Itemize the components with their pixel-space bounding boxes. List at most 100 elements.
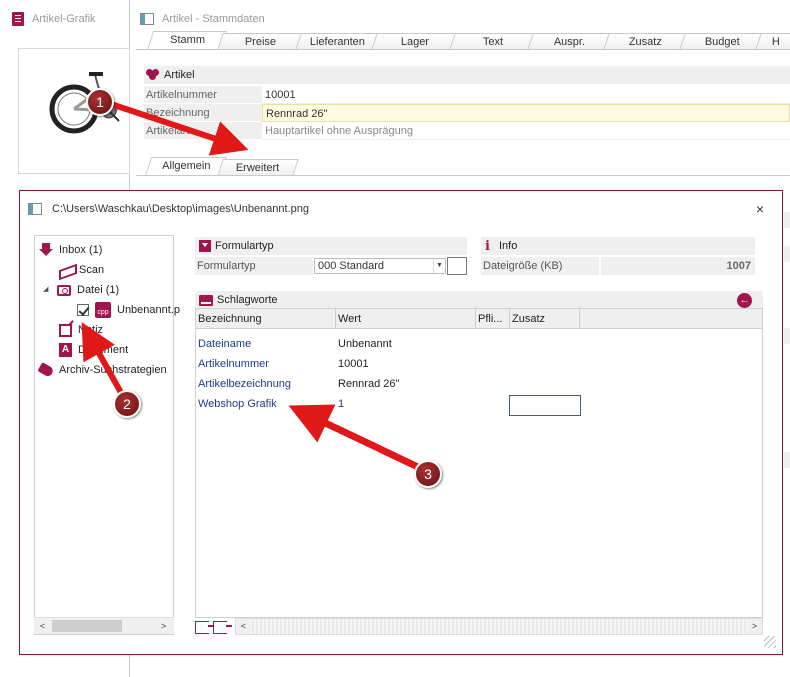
row-wert[interactable]: Rennrad 26" — [336, 374, 476, 394]
tree-horizontal-scrollbar[interactable]: < > — [34, 617, 174, 634]
tree-item-dokument[interactable]: A Dokument — [59, 341, 128, 359]
back-arrow-icon[interactable]: ← — [737, 293, 752, 308]
chevron-down-icon[interactable]: ▼ — [433, 259, 445, 273]
field-label: Bezeichnung — [144, 104, 262, 122]
tab-text[interactable]: Text — [449, 33, 537, 50]
background-fragment — [784, 246, 790, 262]
tab-more[interactable]: H — [755, 33, 790, 50]
artikel-grafik-title: Artikel-Grafik — [32, 13, 96, 25]
resize-grip-icon[interactable] — [764, 636, 776, 648]
scroll-right-icon[interactable]: > — [747, 619, 762, 634]
tab-zusatz[interactable]: Zusatz — [603, 33, 689, 50]
info-section-header: i Info — [481, 237, 755, 255]
bike-image[interactable] — [18, 48, 130, 174]
row-bezeichnung: Dateiname — [198, 338, 252, 350]
tree-item-notiz[interactable]: Notiz — [59, 321, 103, 339]
background-fragment — [784, 452, 790, 468]
column-header-wert[interactable]: Wert — [336, 309, 476, 329]
table-row[interactable]: Artikelbezeichnung Rennrad 26" — [196, 374, 762, 394]
tab-lager[interactable]: Lager — [371, 33, 459, 50]
scroll-left-icon[interactable]: < — [236, 619, 251, 634]
stammdaten-tabs: Stamm Preise Lieferanten Lager Text Ausp… — [146, 31, 790, 50]
artikel-icon — [146, 69, 160, 81]
field-label: Artikelart — [144, 122, 262, 140]
subtab-erweitert[interactable]: Erweitert — [217, 159, 299, 176]
image-import-dialog: C:\Users\Waschkau\Desktop\images\Unbenan… — [19, 190, 783, 655]
artikelnummer-field[interactable]: 10001 — [262, 86, 790, 104]
scroll-thumb[interactable] — [52, 620, 122, 632]
artikelart-field[interactable]: Hauptartikel ohne Ausprägung — [262, 122, 790, 140]
tab-auspraegung[interactable]: Auspr. — [527, 33, 613, 50]
window-icon — [140, 13, 154, 25]
inbox-icon — [39, 243, 53, 257]
tab-preise[interactable]: Preise — [217, 33, 305, 50]
tree-item-label: Unbenannt.p — [117, 304, 180, 316]
table-row[interactable]: Webshop Grafik 1 — [196, 394, 762, 416]
keywords-icon — [199, 294, 213, 306]
tree-item-label: Archiv-Suchstrategien — [59, 364, 167, 376]
annotation-badge-3: 3 — [414, 460, 442, 488]
tab-lieferanten[interactable]: Lieferanten — [295, 33, 381, 50]
row-bezeichnung: Artikelnummer — [198, 358, 269, 370]
color-picker-box[interactable] — [447, 257, 467, 275]
column-header-pflicht[interactable]: Pfli... — [476, 309, 510, 329]
bezeichnung-field[interactable]: Rennrad 26" — [262, 104, 790, 122]
add-row-icon[interactable] — [195, 620, 214, 634]
tag-icon — [37, 362, 55, 378]
artikel-subtabs: Allgemein Erweitert — [144, 156, 299, 176]
form-icon — [199, 240, 211, 252]
grid-header: Bezeichnung Wert Pfli... Zusatz — [196, 309, 762, 329]
dialog-title: C:\Users\Waschkau\Desktop\images\Unbenan… — [52, 203, 309, 215]
schlagworte-grid: Bezeichnung Wert Pfli... Zusatz Dateinam… — [195, 308, 763, 618]
dialog-titlebar: C:\Users\Waschkau\Desktop\images\Unbenan… — [28, 201, 309, 217]
subtabs-baseline — [136, 175, 790, 176]
tree-item-datei[interactable]: ◢ Datei (1) — [43, 281, 119, 299]
checkbox-icon[interactable] — [77, 304, 89, 316]
tree-item-label: Notiz — [78, 324, 104, 336]
tree-item-unbenannt[interactable]: cpp Unbenannt.p — [77, 301, 180, 319]
tree-item-archiv[interactable]: Archiv-Suchstrategien — [37, 361, 167, 379]
tree-item-inbox[interactable]: Inbox (1) — [39, 241, 102, 259]
tree-item-label: Inbox (1) — [59, 244, 103, 256]
scroll-right-icon[interactable]: > — [156, 619, 171, 634]
grid-footer: < > — [195, 618, 763, 636]
row-wert[interactable]: 1 — [336, 394, 476, 414]
remove-row-icon[interactable] — [213, 620, 232, 634]
grid-horizontal-scrollbar[interactable]: < > — [235, 618, 763, 635]
schlagworte-section-title: Schlagworte — [217, 294, 278, 306]
zusatz-input[interactable] — [509, 395, 581, 416]
stammdaten-titlebar: Artikel - Stammdaten — [140, 10, 265, 28]
background-fragment — [784, 328, 790, 344]
tree-item-label: Dokument — [78, 344, 129, 356]
row-bezeichnung: Artikelbezeichnung — [198, 378, 291, 390]
row-wert[interactable]: 10001 — [336, 354, 476, 374]
tree-item-scan[interactable]: Scan — [59, 261, 104, 279]
table-row[interactable]: Dateiname Unbenannt — [196, 334, 762, 354]
artikel-section-title: Artikel — [164, 69, 195, 81]
tab-stamm[interactable]: Stamm — [146, 31, 228, 50]
inbox-tree: Inbox (1) Scan ◢ Datei (1) cpp Unbenannt… — [34, 235, 180, 635]
table-row[interactable]: Artikelnummer 10001 — [196, 354, 762, 374]
camera-icon — [57, 284, 71, 296]
row-wert[interactable]: Unbenannt — [336, 334, 476, 354]
collapse-icon[interactable]: ◢ — [43, 286, 51, 294]
subtab-allgemein[interactable]: Allgemein — [144, 157, 228, 176]
column-header-bezeichnung[interactable]: Bezeichnung — [196, 309, 336, 329]
column-header-zusatz[interactable]: Zusatz — [510, 309, 580, 329]
scroll-left-icon[interactable]: < — [35, 619, 50, 634]
dateigroesse-value: 1007 — [601, 257, 755, 275]
bike-picture — [49, 72, 120, 134]
formulartyp-section-header: Formulartyp — [195, 237, 467, 255]
close-icon[interactable]: × — [752, 201, 768, 217]
artikel-section-header: Artikel — [144, 66, 790, 84]
tabs-baseline — [136, 49, 790, 50]
row-bezeichnung: Webshop Grafik — [198, 398, 277, 410]
field-label: Artikelnummer — [144, 86, 262, 104]
formulartyp-label: Formulartyp — [195, 257, 313, 275]
note-icon — [59, 323, 72, 337]
document-icon: A — [59, 343, 72, 357]
tab-budget[interactable]: Budget — [679, 33, 765, 50]
formulartyp-select[interactable]: 000 Standard ▼ — [314, 258, 446, 274]
file-cpp-icon: cpp — [95, 302, 111, 318]
scan-icon — [59, 264, 73, 276]
